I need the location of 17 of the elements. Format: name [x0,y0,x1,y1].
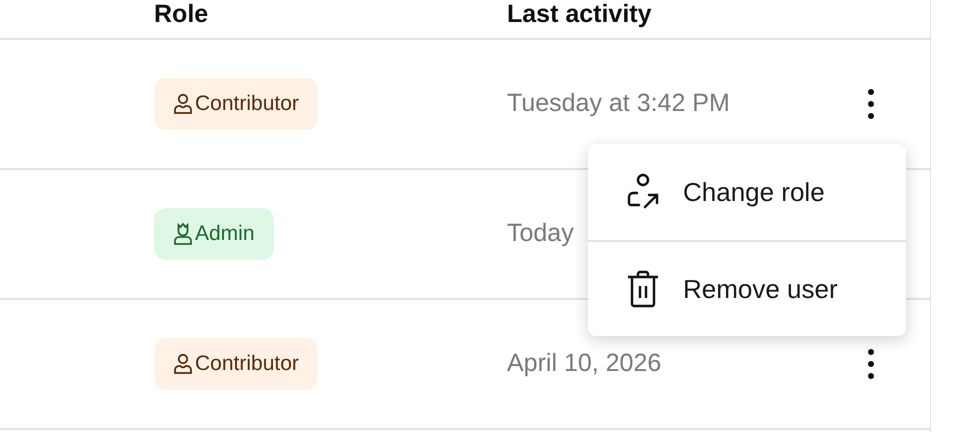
crowned-person-icon [173,222,193,246]
person-arrow-icon [625,173,661,211]
role-badge: Admin [154,208,274,260]
person-icon [173,93,193,115]
role-badge: Contributor [154,338,318,390]
kebab-icon [868,88,874,120]
role-badge: Contributor [154,78,318,130]
last-activity-text: Tuesday at 3:42 PM [507,88,730,120]
trash-icon [625,269,661,309]
last-activity-text: April 10, 2026 [507,348,662,380]
last-activity-text: Today [507,218,574,250]
menu-item[interactable]: Remove user [588,240,906,336]
kebab-icon [868,348,874,380]
column-header: Last activity [507,2,652,27]
menu-item[interactable]: Change role [588,144,906,240]
person-icon [173,353,193,375]
column-header: Role [154,2,208,27]
